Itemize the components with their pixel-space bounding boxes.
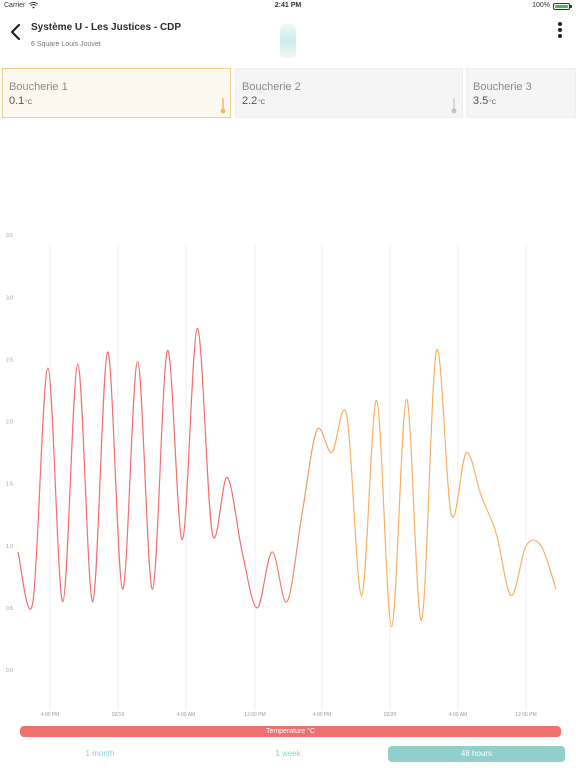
x-tick-label: 4:00 PM: [41, 712, 60, 718]
y-tick-label: 2.0: [6, 420, 13, 426]
x-tick-label: 4:00 AM: [449, 712, 467, 718]
status-time: 2:41 PM: [274, 2, 302, 9]
x-tick-label: 02/20: [384, 712, 397, 718]
y-tick-label: 0.0: [6, 668, 13, 674]
sensor-selector: Boucherie 1 0.1°C Boucherie 2 2.2°C Bouc…: [0, 67, 576, 119]
sensor-temperature: 0.1°C: [9, 95, 33, 107]
battery-icon: [553, 3, 572, 10]
range-1-week-button[interactable]: 1 week: [208, 746, 368, 762]
temperature-chart[interactable]: 3.5 3.0 2.5 2.0 1.5 1.0 0.5 0.0 4:00 PM 02/19 4:00…: [0, 150, 576, 725]
more-options-icon[interactable]: [556, 22, 564, 42]
y-tick-label: 3.5: [6, 233, 13, 239]
sensor-name: Boucherie 3: [473, 81, 532, 93]
status-bar: Carrier 2:41 PM 100%: [0, 0, 576, 12]
back-chevron-icon[interactable]: [8, 22, 24, 42]
temperature-chart-svg: 3.5 3.0 2.5 2.0 1.5 1.0 0.5 0.0 4:00 PM 02/19 4:00…: [6, 233, 557, 718]
battery-percentage: 100%: [532, 2, 550, 9]
x-tick-label: 12:00 PM: [515, 712, 536, 718]
range-48-hours-button[interactable]: 48 hours: [388, 746, 565, 762]
x-tick-label: 4:00 AM: [177, 712, 195, 718]
y-tick-label: 1.0: [6, 544, 13, 550]
x-tick-label: 12:00 PM: [244, 712, 265, 718]
sensor-temperature: 3.5°C: [473, 95, 497, 107]
thermometer-icon: [220, 98, 226, 114]
y-tick-label: 3.0: [6, 295, 13, 301]
x-tick-label: 4:00 PM: [313, 712, 332, 718]
sensor-card-boucherie-2[interactable]: Boucherie 2 2.2°C: [235, 68, 463, 118]
y-tick-label: 1.5: [6, 482, 13, 488]
x-tick-label: 02/19: [112, 712, 125, 718]
navigation-header: Système U - Les Justices - CDP 6 Square …: [0, 12, 576, 64]
thermometer-icon: [451, 98, 457, 114]
y-tick-label: 2.5: [6, 357, 13, 363]
sensor-name: Boucherie 2: [242, 81, 301, 93]
range-1-month-button[interactable]: 1 month: [20, 746, 180, 762]
y-tick-label: 0.5: [6, 606, 13, 612]
page-title: Système U - Les Justices - CDP: [31, 22, 182, 33]
sensor-name: Boucherie 1: [9, 81, 68, 93]
sensor-temperature: 2.2°C: [242, 95, 266, 107]
page-subtitle: 6 Square Louis Jouvet: [31, 41, 101, 48]
time-range-selector: 1 month 1 week 48 hours: [0, 746, 576, 762]
store-logo: [280, 24, 296, 58]
series-line-temperature: [17, 327, 557, 628]
sensor-card-boucherie-1[interactable]: Boucherie 1 0.1°C: [2, 68, 231, 118]
legend-temperature[interactable]: Temperature °C: [20, 726, 561, 737]
sensor-card-boucherie-3[interactable]: Boucherie 3 3.5°C: [466, 68, 576, 118]
